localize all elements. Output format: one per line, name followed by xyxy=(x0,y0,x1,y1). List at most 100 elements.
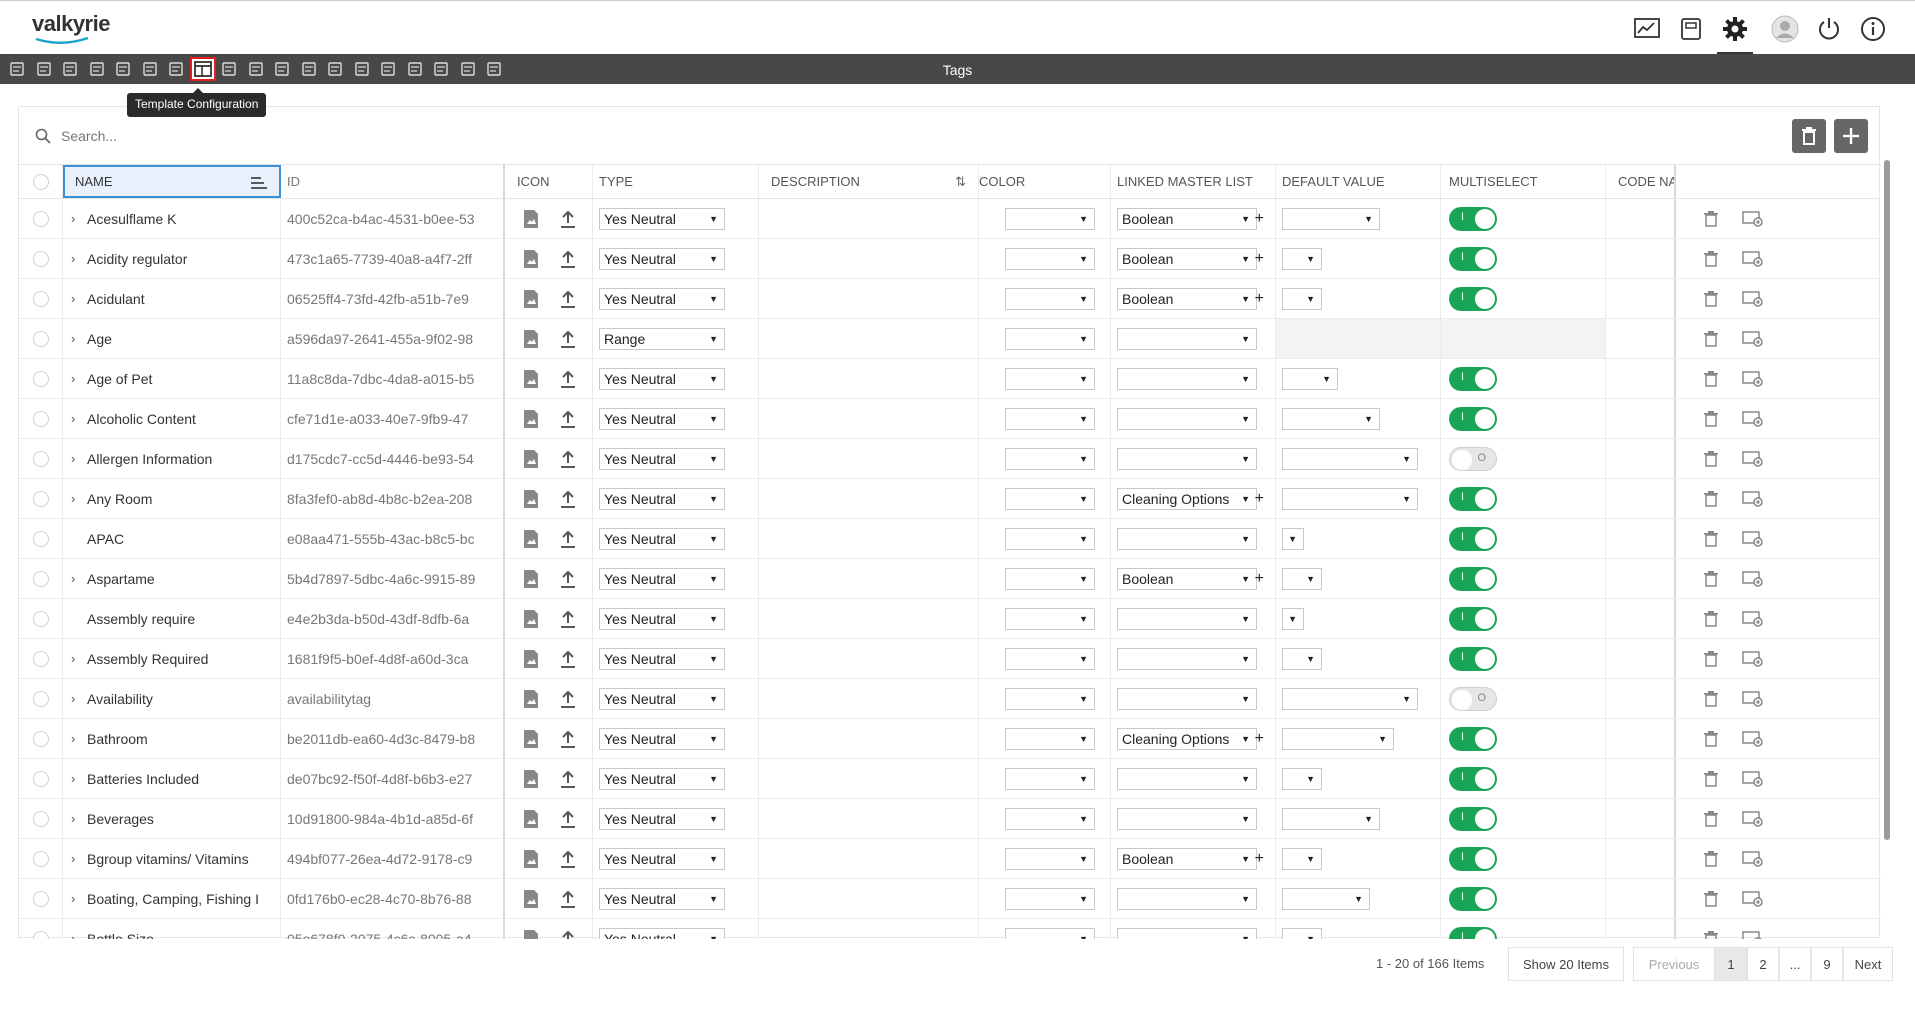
color-select[interactable]: ▼ xyxy=(1005,687,1095,710)
image-file-icon[interactable] xyxy=(517,444,545,474)
description-cell[interactable] xyxy=(759,839,979,878)
row-checkbox[interactable] xyxy=(19,839,63,878)
row-checkbox[interactable] xyxy=(19,919,63,939)
delete-row-icon[interactable] xyxy=(1696,724,1726,754)
add-list-icon[interactable]: + xyxy=(1255,730,1264,748)
row-checkbox[interactable] xyxy=(19,719,63,758)
upload-icon[interactable] xyxy=(555,204,583,234)
table-row[interactable]: › Acidulant 06525ff4-73fd-42fb-a51b-7e9 Yes… xyxy=(19,279,1881,319)
column-header-multiselect[interactable]: MULTISELECT xyxy=(1441,165,1606,198)
description-cell[interactable] xyxy=(759,239,979,278)
expand-chevron-icon[interactable]: › xyxy=(71,731,83,746)
linked-master-list-select[interactable]: ▼ xyxy=(1117,647,1257,670)
color-select[interactable]: ▼ xyxy=(1005,927,1095,939)
type-select[interactable]: Yes Neutral ▼ xyxy=(599,887,725,910)
delete-row-icon[interactable] xyxy=(1696,804,1726,834)
image-file-icon[interactable] xyxy=(517,724,545,754)
type-select[interactable]: Yes Neutral ▼ xyxy=(599,407,725,430)
table-row[interactable]: › Bottle Size 05e678f0-2075-4c6c-8005-a4 Ye… xyxy=(19,919,1881,939)
sort-icon[interactable] xyxy=(251,177,267,189)
image-file-icon[interactable] xyxy=(517,284,545,314)
table-row[interactable]: › Aspartame 5b4d7897-5dbc-4a6c-9915-89 Yes … xyxy=(19,559,1881,599)
code-name-cell[interactable] xyxy=(1606,679,1676,718)
color-select[interactable]: ▼ xyxy=(1005,647,1095,670)
table-row[interactable]: › Availability availabilitytag Yes Neutral ▼… xyxy=(19,679,1881,719)
add-to-list-icon[interactable] xyxy=(1738,324,1768,354)
table-row[interactable]: › Batteries Included de07bc92-f50f-4d8f-b6… xyxy=(19,759,1881,799)
upload-icon[interactable] xyxy=(555,404,583,434)
add-list-icon[interactable]: + xyxy=(1255,250,1264,268)
next-page-button[interactable]: Next xyxy=(1843,947,1893,981)
expand-chevron-icon[interactable]: › xyxy=(71,331,83,346)
code-name-cell[interactable] xyxy=(1606,199,1676,238)
table-row[interactable]: › Age of Pet 11a8c8da-7dbc-4da8-a015-b5 Yes… xyxy=(19,359,1881,399)
description-cell[interactable] xyxy=(759,319,979,358)
add-to-list-icon[interactable] xyxy=(1738,884,1768,914)
tag-name-cell[interactable]: › Acidity regulator xyxy=(63,239,281,278)
expand-chevron-icon[interactable]: › xyxy=(71,451,83,466)
type-select[interactable]: Yes Neutral ▼ xyxy=(599,647,725,670)
table-row[interactable]: › Boating, Camping, Fishing I 0fd176b0-ec2… xyxy=(19,879,1881,919)
page-button-9[interactable]: 9 xyxy=(1811,947,1843,981)
delete-row-icon[interactable] xyxy=(1696,284,1726,314)
color-select[interactable]: ▼ xyxy=(1005,447,1095,470)
add-list-icon[interactable]: + xyxy=(1255,210,1264,228)
description-cell[interactable] xyxy=(759,439,979,478)
multiselect-toggle[interactable]: O xyxy=(1449,686,1497,711)
upload-icon[interactable] xyxy=(555,924,583,939)
table-row[interactable]: › Bathroom be2011db-ea60-4d3c-8479-b8 Yes N… xyxy=(19,719,1881,759)
default-value-select[interactable]: ▼ xyxy=(1282,767,1322,790)
tag-name-cell[interactable]: › Bgroup vitamins/ Vitamins xyxy=(63,839,281,878)
color-select[interactable]: ▼ xyxy=(1005,767,1095,790)
multiselect-toggle[interactable]: I xyxy=(1449,766,1497,791)
tag-name-cell[interactable]: › Any Room xyxy=(63,479,281,518)
expand-chevron-icon[interactable]: › xyxy=(71,291,83,306)
default-value-select[interactable]: ▼ xyxy=(1282,447,1418,470)
linked-master-list-select[interactable]: ▼ xyxy=(1117,327,1257,350)
color-select[interactable]: ▼ xyxy=(1005,487,1095,510)
add-to-list-icon[interactable] xyxy=(1738,724,1768,754)
add-to-list-icon[interactable] xyxy=(1738,244,1768,274)
image-file-icon[interactable] xyxy=(517,764,545,794)
table-row[interactable]: Assembly require e4e2b3da-b50d-43df-8dfb-… xyxy=(19,599,1881,639)
row-checkbox[interactable] xyxy=(19,479,63,518)
color-select[interactable]: ▼ xyxy=(1005,367,1095,390)
expand-chevron-icon[interactable]: › xyxy=(71,931,83,939)
description-cell[interactable] xyxy=(759,359,979,398)
image-file-icon[interactable] xyxy=(517,364,545,394)
code-name-cell[interactable] xyxy=(1606,599,1676,638)
add-to-list-icon[interactable] xyxy=(1738,364,1768,394)
add-to-list-icon[interactable] xyxy=(1738,444,1768,474)
expand-chevron-icon[interactable]: › xyxy=(71,571,83,586)
add-list-icon[interactable]: + xyxy=(1255,570,1264,588)
tag-name-cell[interactable]: › Availability xyxy=(63,679,281,718)
image-file-icon[interactable] xyxy=(517,324,545,354)
delete-row-icon[interactable] xyxy=(1696,524,1726,554)
color-select[interactable]: ▼ xyxy=(1005,207,1095,230)
expand-chevron-icon[interactable]: › xyxy=(71,771,83,786)
type-select[interactable]: Range ▼ xyxy=(599,327,725,350)
default-value-select[interactable]: ▼ xyxy=(1282,607,1304,630)
default-value-select[interactable]: ▼ xyxy=(1282,807,1380,830)
image-file-icon[interactable] xyxy=(517,204,545,234)
type-select[interactable]: Yes Neutral ▼ xyxy=(599,447,725,470)
tag-name-cell[interactable]: › Bottle Size xyxy=(63,919,281,939)
description-cell[interactable] xyxy=(759,199,979,238)
upload-icon[interactable] xyxy=(555,444,583,474)
type-select[interactable]: Yes Neutral ▼ xyxy=(599,767,725,790)
default-value-select[interactable]: ▼ xyxy=(1282,887,1370,910)
code-name-cell[interactable] xyxy=(1606,639,1676,678)
default-value-select[interactable]: ▼ xyxy=(1282,927,1322,939)
archive-icon[interactable] xyxy=(1669,11,1713,47)
linked-master-list-select[interactable]: Boolean ▼ + xyxy=(1117,287,1264,310)
image-file-icon[interactable] xyxy=(517,524,545,554)
default-value-select[interactable]: ▼ xyxy=(1282,727,1394,750)
expand-chevron-icon[interactable]: › xyxy=(71,851,83,866)
multiselect-toggle[interactable]: I xyxy=(1449,726,1497,751)
delete-row-icon[interactable] xyxy=(1696,244,1726,274)
tag-name-cell[interactable]: › Batteries Included xyxy=(63,759,281,798)
upload-icon[interactable] xyxy=(555,644,583,674)
expand-chevron-icon[interactable]: › xyxy=(71,211,83,226)
type-select[interactable]: Yes Neutral ▼ xyxy=(599,687,725,710)
multiselect-toggle[interactable]: I xyxy=(1449,246,1497,271)
